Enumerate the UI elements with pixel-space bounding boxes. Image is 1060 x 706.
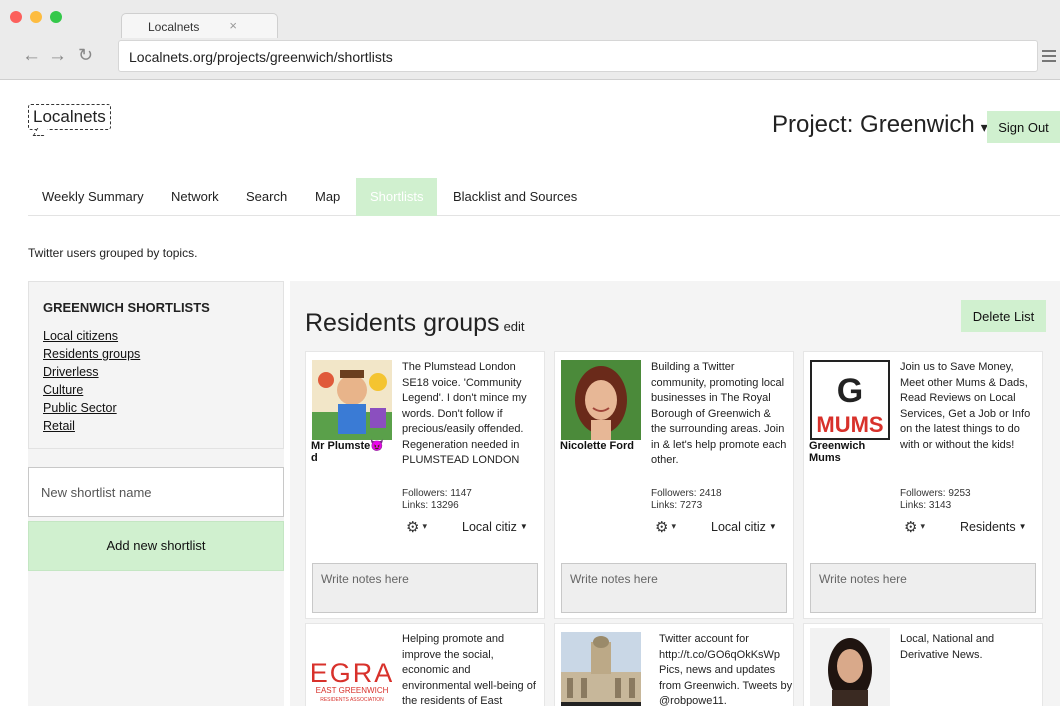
sidebar: GREENWICH SHORTLISTS Local citizens Resi… [28, 281, 284, 706]
links-count: Links: 3143 [900, 500, 952, 511]
new-shortlist-input[interactable] [28, 467, 284, 517]
notes-field[interactable] [561, 563, 787, 613]
category-dropdown[interactable]: Local citiz ▼ [462, 520, 528, 534]
user-bio: The Plumstead London SE18 voice. 'Commun… [402, 361, 527, 466]
list-title: Residents groups edit [305, 309, 525, 338]
tab-network[interactable]: Network [171, 178, 219, 216]
main-nav: Weekly Summary Network Search Map Shortl… [28, 178, 1060, 216]
user-bio: Twitter account for http://t.co/GO6qOkKs… [659, 633, 793, 706]
photo-avatar [561, 360, 641, 440]
gear-icon[interactable]: ⚙ ▾ [904, 518, 925, 536]
followers-count: Followers: 9253 [900, 488, 971, 499]
shortlists-list: Local citizens Residents groups Driverle… [43, 327, 140, 435]
user-card: Nicolette Ford Building a Twitter commun… [554, 351, 794, 619]
shortlist-panel: Residents groups edit Delete List Mr Plum… [290, 281, 1060, 706]
add-shortlist-button[interactable]: Add new shortlist [28, 521, 284, 571]
project-label: Project: Greenwich [772, 111, 975, 138]
user-stats: Followers: 1147 Links: 13296 [402, 488, 472, 512]
page-subtitle: Twitter users grouped by topics. [28, 246, 198, 260]
notes-field[interactable] [312, 563, 538, 613]
g-mums-logo: G MUMS [810, 360, 890, 440]
back-arrow-icon[interactable]: ← [22, 46, 41, 65]
cartoon-avatar [312, 360, 392, 440]
minimize-window-button[interactable] [30, 11, 42, 23]
category-value: Residents [960, 520, 1016, 534]
woman-photo [810, 628, 890, 706]
reload-icon[interactable]: ↻ [78, 46, 93, 65]
shortlists-box: GREENWICH SHORTLISTS Local citizens Resi… [28, 281, 284, 449]
delete-list-button[interactable]: Delete List [961, 300, 1046, 332]
user-stats: Followers: 2418 Links: 7273 [651, 488, 722, 512]
tab-search[interactable]: Search [246, 178, 287, 216]
shortlist-link[interactable]: Public Sector [43, 399, 140, 417]
caret-down-icon: ▼ [1018, 522, 1027, 531]
site-logo[interactable]: Localnets [28, 104, 111, 130]
list-title-text: Residents groups [305, 309, 500, 337]
user-bio: Join us to Save Money, Meet other Mums &… [900, 361, 1031, 451]
user-bio: Building a Twitter community, promoting … [651, 361, 787, 466]
sign-out-button[interactable]: Sign Out [987, 111, 1060, 143]
shortlist-link[interactable]: Retail [43, 417, 140, 435]
logo-subtitle: RESIDENTS ASSOCIATION [320, 697, 384, 703]
logo-letter: G [837, 372, 863, 410]
links-count: Links: 13296 [402, 500, 459, 511]
user-card: Mr Plumste😈 d The Plumstead London SE18 … [305, 351, 545, 619]
user-card: EGRA EAST GREENWICH RESIDENTS ASSOCIATIO… [305, 623, 545, 706]
shortlists-heading: GREENWICH SHORTLISTS [43, 300, 210, 315]
tab-shortlists[interactable]: Shortlists [356, 178, 438, 216]
shortlist-link[interactable]: Driverless [43, 363, 140, 381]
followers-count: Followers: 1147 [402, 488, 472, 499]
forward-arrow-icon[interactable]: → [48, 46, 67, 65]
category-dropdown[interactable]: Local citiz ▼ [711, 520, 777, 534]
gear-icon[interactable]: ⚙ ▾ [406, 518, 427, 536]
user-card: G MUMS Greenwich Mums Join us to Save Mo… [803, 351, 1043, 619]
caret-down-icon: ▼ [519, 522, 528, 531]
edit-link[interactable]: edit [504, 319, 525, 334]
category-value: Local citiz [462, 520, 517, 534]
close-tab-icon[interactable]: × [229, 18, 237, 33]
egra-logo: EGRA EAST GREENWICH RESIDENTS ASSOCIATIO… [312, 638, 392, 706]
user-name[interactable]: Mr Plumste😈 d [311, 440, 391, 464]
browser-chrome: Localnets × ← → ↻ Localnets.org/projects… [0, 0, 1060, 80]
user-card: Twitter account for http://t.co/GO6qOkKs… [554, 623, 794, 706]
shortlist-link[interactable]: Culture [43, 381, 140, 399]
maximize-window-button[interactable] [50, 11, 62, 23]
user-name[interactable]: Nicolette Ford [560, 440, 640, 452]
address-bar[interactable]: Localnets.org/projects/greenwich/shortli… [118, 40, 1038, 72]
category-value: Local citiz [711, 520, 766, 534]
user-bio: Local, National and Derivative News. [900, 633, 995, 661]
logo-subtitle: EAST GREENWICH [316, 686, 389, 695]
tab-map[interactable]: Map [315, 178, 340, 216]
project-selector[interactable]: Project: Greenwich ▾ [772, 111, 988, 139]
notes-field[interactable] [810, 563, 1036, 613]
user-name[interactable]: Greenwich Mums [809, 440, 889, 464]
links-count: Links: 7273 [651, 500, 703, 511]
browser-menu-icon[interactable] [1042, 50, 1056, 65]
logo-word: EGRA [312, 658, 392, 688]
user-stats: Followers: 9253 Links: 3143 [900, 488, 971, 512]
shortlist-link[interactable]: Residents groups [43, 345, 140, 363]
gear-icon[interactable]: ⚙ ▾ [655, 518, 676, 536]
category-dropdown[interactable]: Residents ▼ [960, 520, 1027, 534]
user-card: Local, National and Derivative News. [803, 623, 1043, 706]
building-photo [561, 632, 641, 706]
browser-tab-title: Localnets [148, 20, 200, 34]
tab-blacklist-and-sources[interactable]: Blacklist and Sources [453, 178, 577, 216]
close-window-button[interactable] [10, 11, 22, 23]
shortlist-link[interactable]: Local citizens [43, 327, 140, 345]
caret-down-icon: ▼ [768, 522, 777, 531]
tab-weekly-summary[interactable]: Weekly Summary [42, 178, 144, 216]
browser-tab[interactable]: Localnets × [121, 13, 278, 38]
user-bio: Helping promote and improve the social, … [402, 633, 536, 706]
followers-count: Followers: 2418 [651, 488, 722, 499]
logo-word: MUMS [816, 412, 883, 437]
